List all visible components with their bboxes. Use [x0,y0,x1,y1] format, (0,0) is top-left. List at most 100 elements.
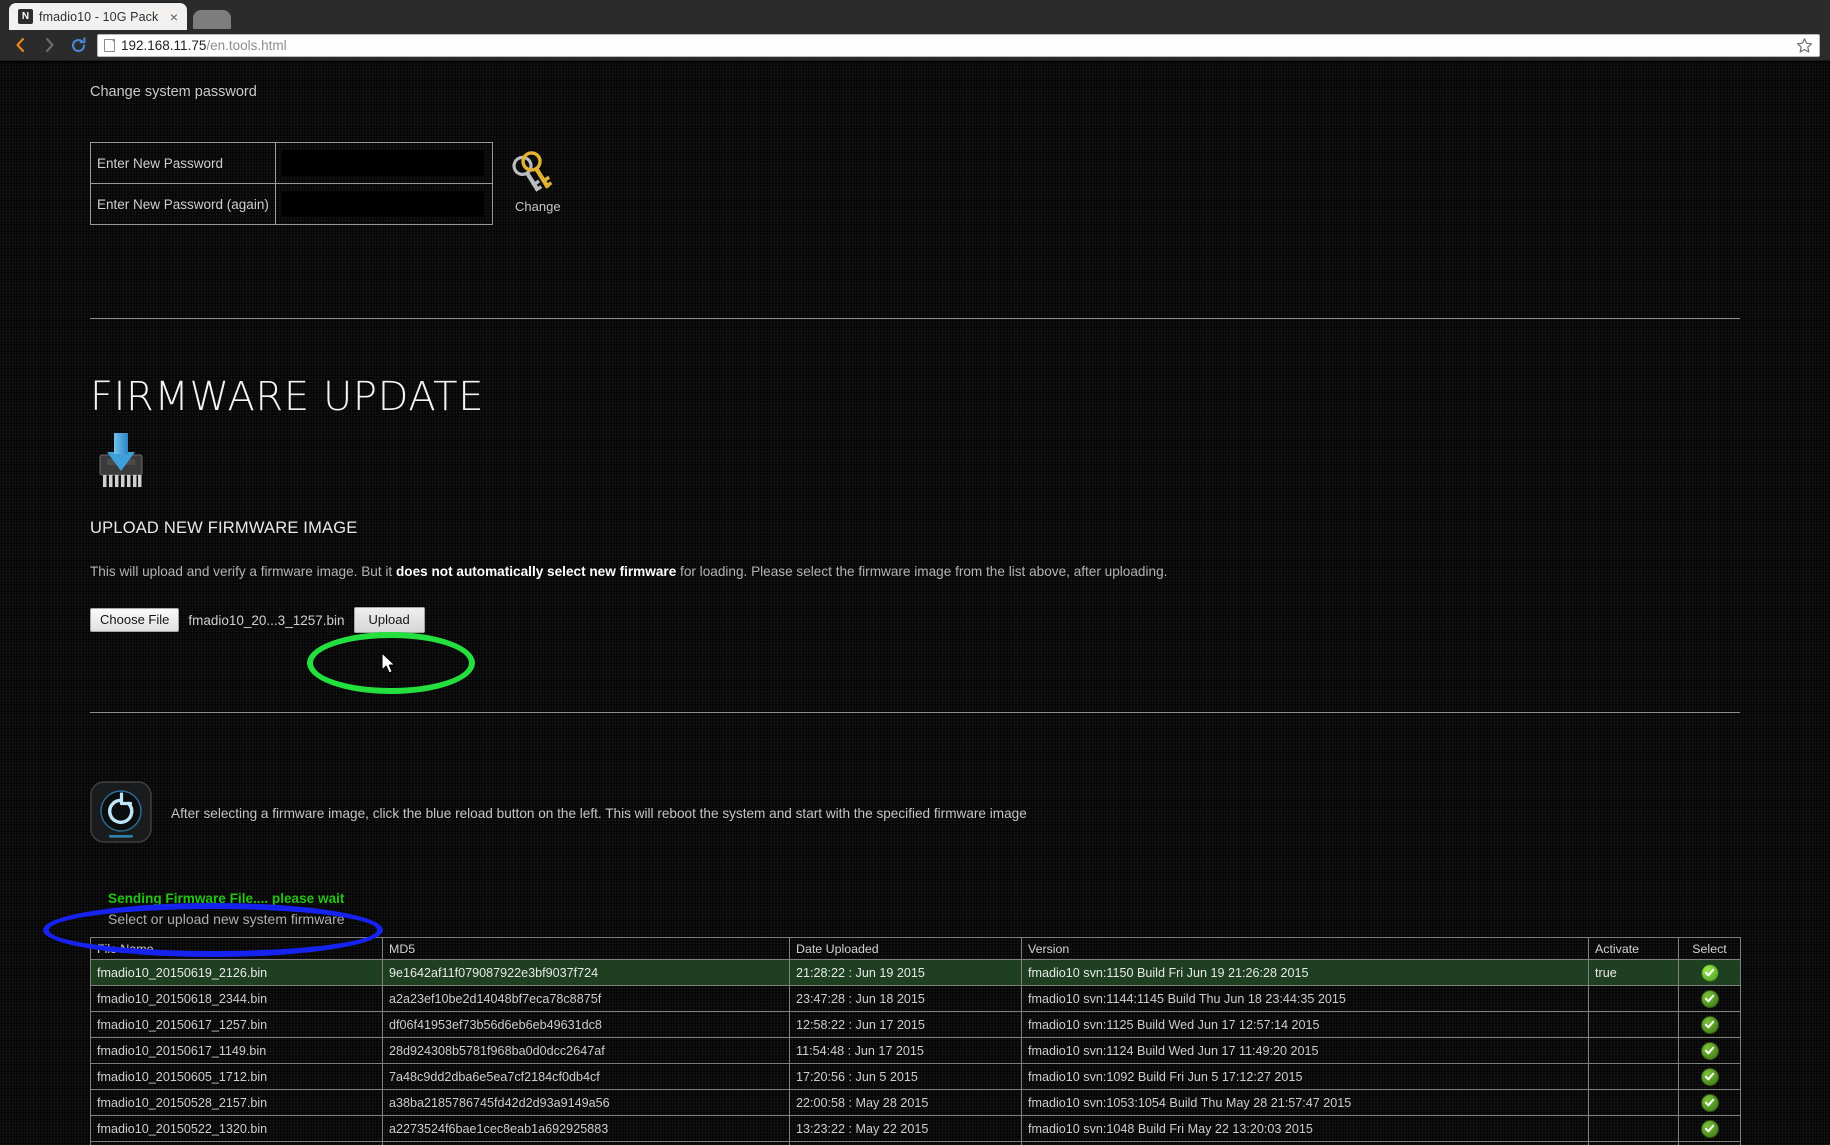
select-checkmark-icon[interactable] [1700,1119,1719,1138]
table-row[interactable]: fmadio10_20150522_1320.bin a2273524f6bae1… [90,1115,1741,1142]
select-firmware-hint: Select or upload new system firmware [108,910,345,927]
change-password-form: Enter New Password Enter New Password (a… [90,142,1740,225]
browser-tab[interactable]: N fmadio10 - 10G Pack × [9,3,187,30]
cell-md5: 7a48c9dd2dba6e5ea7cf2184cf0db4cf [382,1063,790,1090]
reload-icon[interactable] [68,34,88,56]
cell-activate [1588,1037,1679,1064]
upload-button[interactable]: Upload [353,606,425,634]
cell-md5: df06f41953ef73b56d6eb6eb49631dc8 [382,1011,790,1038]
address-bar[interactable]: 192.168.11.75/en.tools.html [97,33,1820,57]
table-row[interactable]: fmadio10_20150528_2157.bin a38ba218578674… [90,1089,1741,1116]
cell-activate [1588,1141,1679,1145]
page-icon [104,38,115,52]
select-checkmark-icon[interactable] [1700,1041,1719,1060]
forward-arrow-icon[interactable] [39,34,59,56]
column-header-file-name[interactable]: File Name [90,937,383,960]
cell-select [1678,1063,1741,1090]
chosen-file-name: fmadio10_20...3_1257.bin [188,612,345,628]
chip-download-icon [90,432,1740,493]
cell-select [1678,1141,1741,1145]
status-messages: Sending Firmware File.... please wait Se… [90,889,1740,929]
url-text: 192.168.11.75/en.tools.html [121,38,287,53]
table-row[interactable]: fmadio10_20150617_1257.bin df06f41953ef73… [90,1011,1741,1038]
reload-instructions: After selecting a firmware image, click … [90,781,1740,846]
cell-select [1678,1011,1741,1038]
column-header-md5[interactable]: MD5 [382,937,790,960]
table-row[interactable]: fmadio10_20150619_2126.bin 9e1642af11f079… [90,959,1741,986]
change-password-title: Change system password [90,84,257,100]
close-icon[interactable]: × [167,10,181,24]
cell-activate [1588,985,1679,1012]
table-body: fmadio10_20150619_2126.bin 9e1642af11f079… [90,959,1741,1145]
table-row[interactable]: fmadio10_20150605_1712.bin 7a48c9dd2dba6e… [90,1063,1741,1090]
cell-file-name: fmadio10_20150528_2157.bin [90,1089,383,1116]
star-icon[interactable] [1796,37,1813,54]
upload-controls: Choose File fmadio10_20...3_1257.bin Upl… [90,606,1740,634]
new-password-confirm-field[interactable] [281,191,484,217]
column-header-activate[interactable]: Activate [1588,937,1679,960]
back-arrow-icon[interactable] [10,34,30,56]
table-header: File Name MD5 Date Uploaded Version Acti… [90,937,1741,960]
cell-version: fmadio10 svn:1092 Build Fri Jun 5 17:12:… [1021,1063,1589,1090]
choose-file-button[interactable]: Choose File [90,607,180,633]
new-tab-button[interactable] [193,10,231,29]
description-lead: This will upload and verify a firmware i… [90,564,396,579]
status-badge: Sending Firmware File.... please wait [108,891,345,906]
cell-date: 23:47:28 : Jun 18 2015 [789,985,1022,1012]
column-header-version[interactable]: Version [1021,937,1589,960]
cell-file-name: fmadio10_20150619_2126.bin [90,959,383,986]
select-checkmark-icon[interactable] [1700,1093,1719,1112]
new-password-field[interactable] [281,150,484,176]
change-password-button[interactable]: Change [507,142,569,214]
cell-version: fmadio10 svn:1053:1054 Build Thu May 28 … [1021,1089,1589,1116]
cell-file-name: fmadio10_20150618_2344.bin [90,985,383,1012]
cell-select [1678,1089,1741,1116]
cell-activate [1588,1115,1679,1142]
cell-file-name: fmadio10_20150617_1149.bin [90,1037,383,1064]
table-row[interactable]: fmadio10_20150520_1332.binae37dec71e09c7… [90,1141,1741,1145]
select-checkmark-icon[interactable] [1700,989,1719,1008]
reload-instruction-text: After selecting a firmware image, click … [171,806,1027,821]
page-title: FIRMWARE UPDATE [90,374,485,420]
select-checkmark-icon[interactable] [1700,1067,1719,1086]
cell-date: 22:00:58 : May 28 2015 [789,1089,1022,1116]
password-input-cell-1 [274,142,493,184]
cell-activate [1588,1089,1679,1116]
cell-select [1678,1115,1741,1142]
column-header-date-uploaded[interactable]: Date Uploaded [789,937,1022,960]
url-path: /en.tools.html [206,37,287,53]
cell-md5: ae37dec71e09c720a3e8606439736beb [382,1141,790,1145]
tab-title: fmadio10 - 10G Pack [39,9,159,24]
cell-select [1678,959,1741,986]
cell-date: 12:58:22 : Jun 17 2015 [789,1011,1022,1038]
table-row[interactable]: fmadio10_20150617_1149.bin 28d924308b5781… [90,1037,1741,1064]
cell-date: 11:54:48 : Jun 17 2015 [789,1037,1022,1064]
upload-section-title: UPLOAD NEW FIRMWARE IMAGE [90,519,358,537]
column-header-select[interactable]: Select [1678,937,1741,960]
cell-date: 13:38:38 : May 20 2015 [789,1141,1022,1145]
firmware-list-wrapper: File Name MD5 Date Uploaded Version Acti… [0,937,1830,1145]
cell-activate: true [1588,959,1679,986]
select-checkmark-icon[interactable] [1700,963,1719,982]
cell-md5: a2a23ef10be2d14048bf7eca78c8875f [382,985,790,1012]
cell-version: fmadio10 svn:1044 Build Wed May 20 13:32… [1021,1141,1589,1145]
cell-date: 17:20:56 : Jun 5 2015 [789,1063,1022,1090]
password-input-cell-2 [274,183,493,225]
url-host: 192.168.11.75 [121,37,207,53]
password-fields-table: Enter New Password Enter New Password (a… [90,142,493,225]
select-checkmark-icon[interactable] [1700,1015,1719,1034]
cell-version: fmadio10 svn:1150 Build Fri Jun 19 21:26… [1021,959,1589,986]
table-row: Enter New Password (again) [90,183,493,225]
password-label-1: Enter New Password [90,142,276,184]
cell-version: fmadio10 svn:1048 Build Fri May 22 13:20… [1021,1115,1589,1142]
power-reload-icon[interactable] [90,781,152,846]
cell-md5: a2273524f6bae1cec8eab1a692925883 [382,1115,790,1142]
browser-window: N fmadio10 - 10G Pack × 192.168.11.75/en… [0,0,1830,1145]
change-button-label: Change [515,199,561,214]
divider [90,712,1740,713]
cell-md5: a38ba2185786745fd42d2d93a9149a56 [382,1089,790,1116]
description-tail: for loading. Please select the firmware … [676,564,1168,579]
cell-file-name: fmadio10_20150605_1712.bin [90,1063,383,1090]
table-row[interactable]: fmadio10_20150618_2344.bin a2a23ef10be2d1… [90,985,1741,1012]
cell-file-name: fmadio10_20150520_1332.bin [90,1141,383,1145]
